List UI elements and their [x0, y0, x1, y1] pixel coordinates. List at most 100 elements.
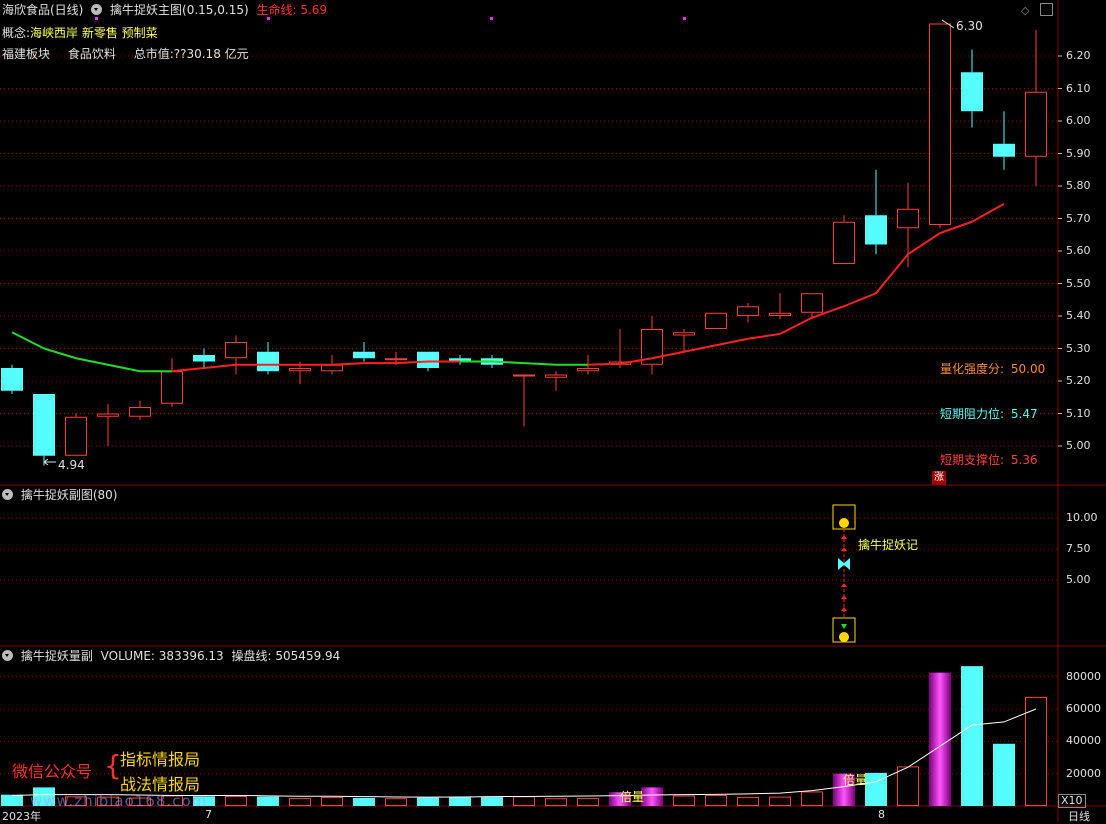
life-line-segment: [460, 360, 588, 366]
sub-indicator-name[interactable]: 擒牛捉妖副图(80): [21, 488, 118, 502]
candle-body: [161, 371, 183, 404]
sub-axis-label: 10.00: [1066, 511, 1098, 524]
volume-bar: [321, 797, 343, 807]
green-arrow-icon: [841, 624, 847, 629]
candle: [929, 23, 951, 229]
candle-body: [65, 416, 87, 456]
volume-bar: [929, 672, 951, 806]
candle-body: [993, 143, 1015, 157]
volume-bar: [545, 798, 567, 806]
candle: [833, 215, 855, 264]
life-line-segment: [171, 360, 460, 373]
price-axis-label: 5.60: [1066, 244, 1091, 257]
candle-body: [353, 351, 375, 359]
life-line-segment: [11, 331, 172, 373]
candle-body: [673, 332, 695, 336]
volume-bar: [801, 791, 823, 807]
volume-bar: [897, 766, 919, 806]
industry-name: 食品饮料: [67, 47, 116, 61]
volume-bar: [353, 797, 375, 806]
watermark-site: www.zhibiao168.com: [30, 792, 208, 810]
signal-dot: [683, 17, 686, 20]
candle: [993, 111, 1015, 170]
up-arrow-icon: [841, 583, 847, 587]
candle: [161, 358, 183, 407]
candle: [33, 394, 55, 466]
volume-bar: [993, 743, 1015, 806]
sector-name: 福建板块: [2, 47, 51, 61]
money-bag-icon: [839, 632, 849, 642]
candle-body: [705, 312, 727, 329]
up-arrow-icon: [841, 547, 847, 551]
candle-body: [33, 394, 55, 456]
candle-body: [577, 368, 599, 372]
volume-bar: [225, 795, 247, 807]
main-panel-header: 海欣食品(日线) 擒牛捉妖主图(0.15,0.15) 生命线: 5.69: [2, 2, 331, 18]
sector-row: 福建板块 食品饮料 总市值:??30.18 亿元: [2, 45, 249, 62]
price-axis-label: 5.70: [1066, 211, 1091, 225]
candle: [97, 403, 119, 446]
dropdown-icon[interactable]: [2, 650, 13, 661]
low-arrow: [43, 458, 56, 466]
volume-bar: [1025, 696, 1047, 806]
price-axis-label: 5.00: [1066, 439, 1091, 452]
volume-bar: [449, 797, 471, 806]
dropdown-icon[interactable]: [91, 4, 103, 15]
money-bag-icon: [839, 518, 849, 528]
quant-score: 量化强度分: 50.00: [940, 362, 1046, 376]
stock-title[interactable]: 海欣食品(日线): [2, 3, 83, 17]
dropdown-icon[interactable]: [2, 489, 13, 500]
price-axis-label: 5.20: [1066, 374, 1091, 387]
volume-bar: [289, 797, 311, 807]
candle-body: [769, 312, 791, 316]
volume-bar: [961, 666, 983, 806]
concept-list: 海峡西岸 新零售 预制菜: [30, 26, 158, 40]
price-axis-label: 5.50: [1066, 276, 1091, 290]
candle-body: [257, 351, 279, 372]
line-value: 505459.94: [275, 649, 341, 663]
volume-axis-label: 60000: [1066, 702, 1101, 715]
sub-axis-label: 7.50: [1066, 542, 1091, 555]
volume-bar: [705, 795, 727, 806]
price-axis-label: 5.30: [1066, 341, 1091, 355]
candle-body: [545, 374, 567, 378]
sub-marker-label: 擒牛捉妖记: [858, 538, 919, 552]
resistance-level: 短期阻力位: 5.47: [940, 407, 1038, 421]
price-axis-label: 6.10: [1066, 81, 1091, 95]
volume-multiplier: X10: [1058, 794, 1086, 808]
volume-bar: [481, 797, 503, 806]
double-volume-label: 倍量: [620, 790, 645, 804]
maximize-icon[interactable]: [1040, 3, 1053, 16]
diamond-icon[interactable]: ◇: [1021, 4, 1029, 17]
candle: [865, 169, 887, 255]
volume-bar: [577, 797, 599, 807]
candle: [641, 316, 663, 375]
volume-indicator-name[interactable]: 擒牛捉妖量副: [21, 649, 93, 663]
volume-axis-label: 80000: [1066, 669, 1101, 683]
candle-body: [929, 23, 951, 225]
signal-dot: [490, 17, 493, 20]
candle: [961, 49, 983, 128]
candle-body: [321, 364, 343, 372]
watermark-wechat: 微信公众号: [12, 762, 93, 781]
volume-panel-header: 擒牛捉妖量副 VOLUME: 383396.13 操盘线: 505459.94: [2, 648, 344, 664]
sub-axis-label: 5.00: [1066, 573, 1091, 586]
candle-body: [289, 368, 311, 372]
candle: [353, 342, 375, 362]
market-cap: 总市值:??30.18 亿元: [133, 47, 249, 61]
price-axis-label: 6.20: [1066, 49, 1091, 62]
volume-bar: [1, 794, 23, 806]
volume-bar: [769, 796, 791, 807]
volume-bar: [417, 797, 439, 806]
price-axis-label: 5.90: [1066, 146, 1091, 160]
candle: [65, 413, 87, 456]
candle: [769, 293, 791, 320]
low-price-label: 4.94: [58, 458, 85, 472]
candle-body: [961, 72, 983, 112]
life-line-label: 生命线:: [256, 3, 297, 17]
main-indicator-name[interactable]: 擒牛捉妖主图(0.15,0.15): [110, 3, 249, 17]
volume-bar: [385, 798, 407, 806]
price-axis-label: 5.80: [1066, 179, 1091, 192]
candle-body: [97, 413, 119, 417]
volume-label: VOLUME:: [100, 649, 155, 663]
